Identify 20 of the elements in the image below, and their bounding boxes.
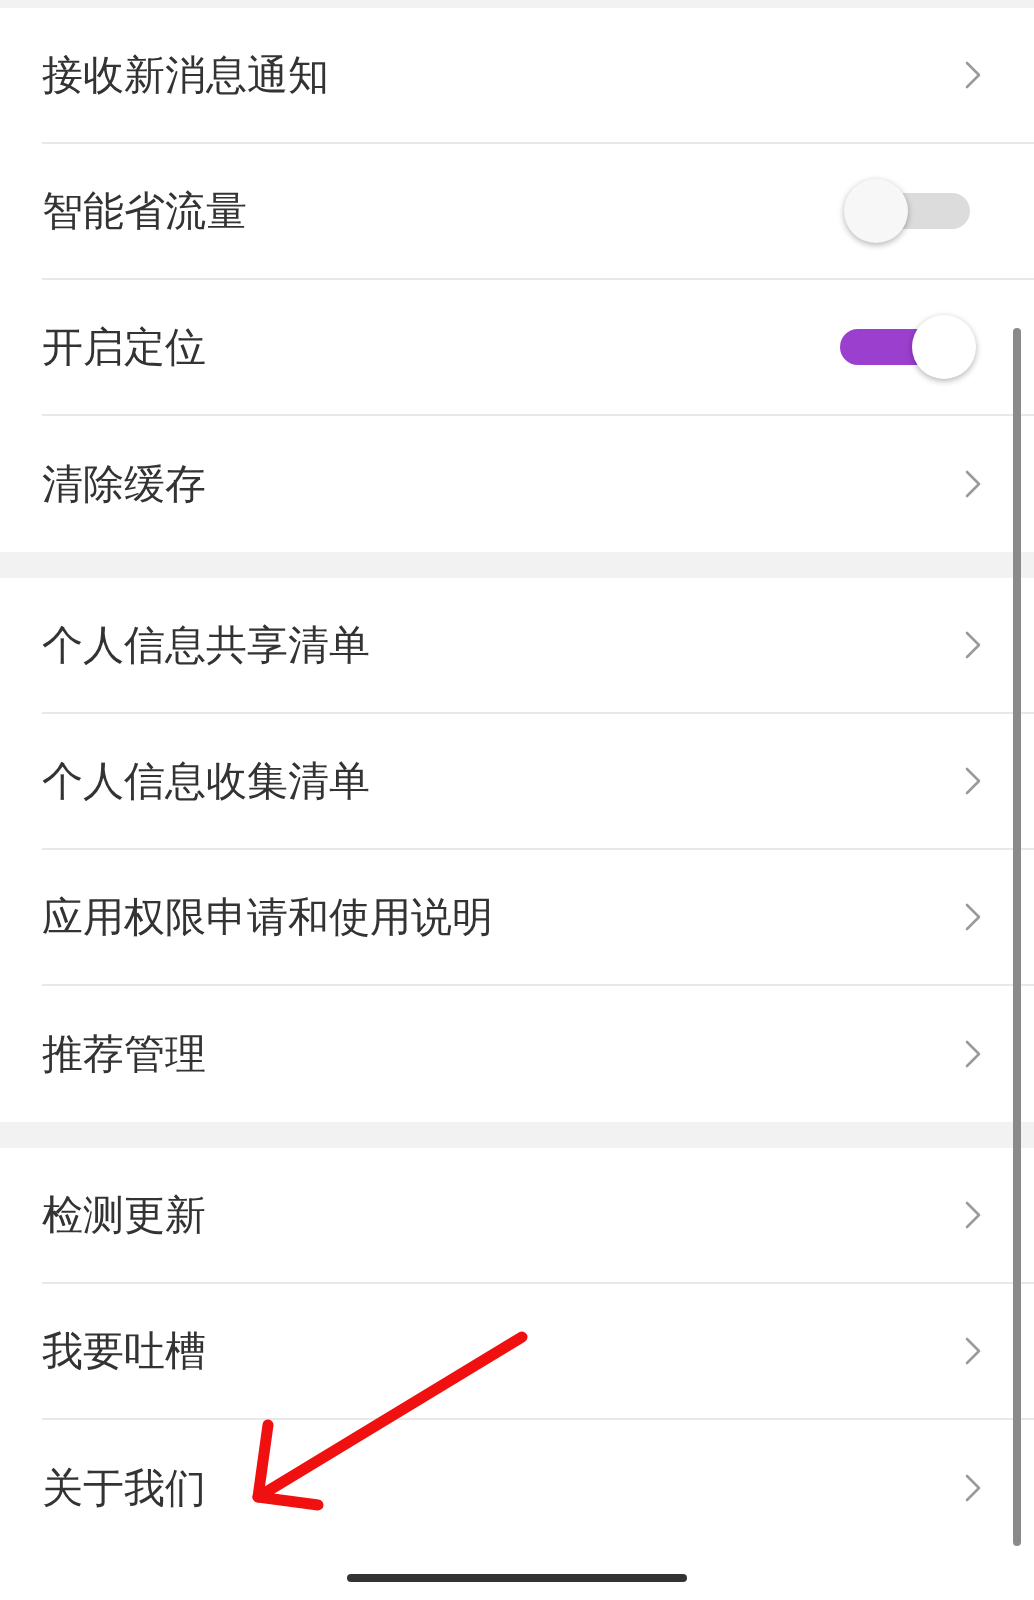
setting-label[interactable]: 接收新消息通知 bbox=[42, 47, 329, 103]
chevron-right-icon bbox=[964, 630, 982, 660]
chevron-right-icon bbox=[964, 60, 982, 90]
setting-label[interactable]: 个人信息收集清单 bbox=[42, 753, 370, 809]
setting-label[interactable]: 智能省流量 bbox=[42, 183, 247, 239]
chevron-right-icon bbox=[964, 766, 982, 796]
setting-label[interactable]: 个人信息共享清单 bbox=[42, 617, 370, 673]
setting-label[interactable]: 关于我们 bbox=[42, 1460, 206, 1516]
setting-label[interactable]: 推荐管理 bbox=[42, 1026, 206, 1082]
setting-label[interactable]: 开启定位 bbox=[42, 319, 206, 375]
chevron-right-icon bbox=[964, 902, 982, 932]
setting-label[interactable]: 清除缓存 bbox=[42, 456, 206, 512]
chevron-right-icon bbox=[964, 1039, 982, 1069]
setting-label[interactable]: 我要吐槽 bbox=[42, 1323, 206, 1379]
chevron-right-icon bbox=[964, 1473, 982, 1503]
chevron-right-icon bbox=[964, 1200, 982, 1230]
setting-label[interactable]: 应用权限申请和使用说明 bbox=[42, 889, 493, 945]
chevron-right-icon bbox=[964, 469, 982, 499]
chevron-right-icon bbox=[964, 1336, 982, 1366]
setting-label[interactable]: 检测更新 bbox=[42, 1187, 206, 1243]
